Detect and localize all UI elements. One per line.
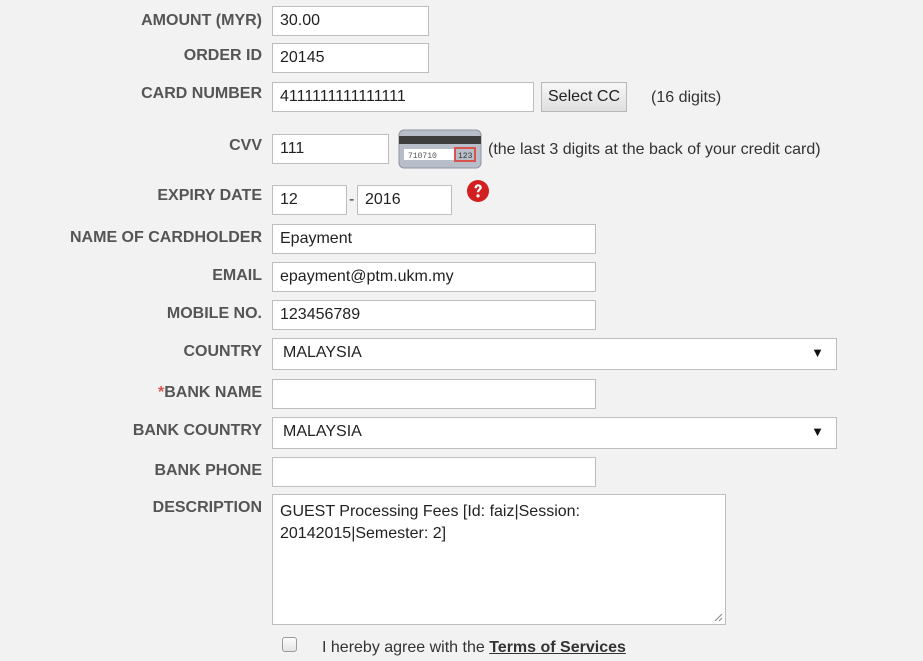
amount-input[interactable]: 30.00 [272,6,429,36]
bank-country-select-value: MALAYSIA [283,423,362,440]
card-digits-note: (16 digits) [651,89,722,106]
bank-name-label: *BANK NAME [158,383,262,403]
expiry-year-input[interactable]: 2016 [357,185,452,215]
mobile-input[interactable]: 123456789 [272,300,596,330]
terms-prefix: I hereby agree with the [322,639,490,656]
card-number-input[interactable]: 4111111111111111 [272,82,534,112]
description-textarea[interactable]: GUEST Processing Fees [Id: faiz|Session:… [272,494,726,625]
chevron-down-icon: ▼ [811,345,824,360]
cardholder-label: NAME OF CARDHOLDER [70,229,262,246]
terms-link[interactable]: Terms of Services [489,639,626,656]
email-label: EMAIL [212,267,262,284]
resize-handle-icon[interactable] [713,612,723,622]
email-input[interactable]: epayment@ptm.ukm.my [272,262,596,292]
country-label: COUNTRY [183,343,262,360]
description-label: DESCRIPTION [152,499,262,516]
help-icon[interactable] [466,179,490,203]
cvv-card-code: 123 [458,152,473,161]
terms-text: I hereby agree with the Terms of Service… [322,638,626,658]
bank-country-select[interactable]: MALAYSIA ▼ [272,417,837,449]
cvv-label: CVV [229,137,262,154]
expiry-month-input[interactable]: 12 [272,185,347,215]
credit-card-back-icon: 710710 123 [398,129,482,169]
terms-checkbox[interactable] [282,637,297,652]
mobile-label: MOBILE NO. [166,305,262,322]
cvv-input[interactable]: 111 [272,134,389,164]
expiry-separator: - [349,191,355,208]
country-select[interactable]: MALAYSIA ▼ [272,338,837,370]
cvv-hint: (the last 3 digits at the back of your c… [488,141,821,158]
cardholder-input[interactable]: Epayment [272,224,596,254]
bank-phone-label: BANK PHONE [154,462,262,479]
card-number-label: CARD NUMBER [141,85,262,102]
chevron-down-icon: ▼ [811,424,824,439]
country-select-value: MALAYSIA [283,344,362,361]
cvv-card-digits: 710710 [408,152,437,161]
order-id-label: ORDER ID [183,47,262,64]
order-id-input[interactable]: 20145 [272,43,429,73]
bank-name-input[interactable] [272,379,596,409]
description-text: GUEST Processing Fees [Id: faiz|Session:… [280,503,580,542]
bank-country-label: BANK COUNTRY [132,422,262,439]
expiry-date-label: EXPIRY DATE [157,187,262,204]
bank-phone-input[interactable] [272,457,596,487]
bank-name-label-text: BANK NAME [164,384,262,401]
amount-label: AMOUNT (MYR) [141,12,262,29]
select-cc-button[interactable]: Select CC [541,82,628,112]
